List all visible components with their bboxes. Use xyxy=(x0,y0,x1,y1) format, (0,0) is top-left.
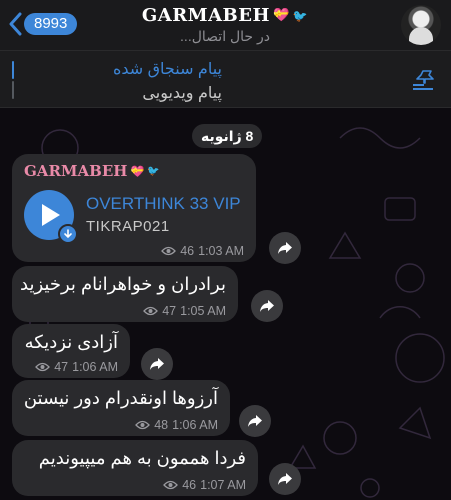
eye-icon xyxy=(135,420,151,430)
connection-status: در حال اتصال... xyxy=(180,28,270,44)
message-text: آزادی نزدیکه xyxy=(24,332,118,352)
share-button[interactable] xyxy=(269,463,301,495)
chat-title-area[interactable]: GARMABEH 💝 🐦 در حال اتصال... xyxy=(90,5,360,45)
message-meta: 48 1:06 AM xyxy=(135,418,218,432)
bird-emoji-icon: 🐦 xyxy=(147,165,160,177)
share-arrow-icon xyxy=(248,415,262,427)
view-count: 46 xyxy=(180,244,195,258)
eye-icon xyxy=(161,246,177,256)
message-time: 1:03 AM xyxy=(198,244,244,258)
message-time: 1:05 AM xyxy=(180,304,226,318)
message-meta: 46 1:03 AM xyxy=(161,244,244,258)
view-count: 48 xyxy=(154,418,169,432)
eye-icon xyxy=(143,306,159,316)
pinned-list-icon[interactable] xyxy=(411,69,435,91)
view-count: 47 xyxy=(54,360,69,374)
view-count: 46 xyxy=(182,478,197,492)
pinned-message-bar[interactable]: پیام سنجاق شده پیام ویدیویی xyxy=(0,50,451,108)
message-meta: 47 1:06 AM xyxy=(35,360,118,374)
message-meta: 46 1:07 AM xyxy=(163,478,246,492)
message-list[interactable]: 8 ژانویه GARMABEH 💝 🐦 OVERTHINK 33 VIP T… xyxy=(0,108,451,500)
message-time: 1:06 AM xyxy=(72,360,118,374)
message-bubble[interactable]: فردا هممون به هم میپیوندیم 46 1:07 AM xyxy=(12,440,258,496)
pinned-text: پیام سنجاق شده پیام ویدیویی xyxy=(22,59,222,103)
channel-avatar[interactable] xyxy=(401,5,441,45)
download-button[interactable] xyxy=(58,224,78,244)
heart-emoji-icon: 💝 xyxy=(130,164,145,178)
track-title: OVERTHINK 33 VIP xyxy=(86,194,241,213)
back-button[interactable]: 8993 xyxy=(8,12,78,36)
pinned-title: پیام سنجاق شده xyxy=(113,61,222,78)
download-arrow-icon xyxy=(64,229,72,239)
view-count: 47 xyxy=(162,304,177,318)
message-bubble[interactable]: برادران و خواهرانام برخیزید 47 1:05 AM xyxy=(12,266,238,322)
share-button[interactable] xyxy=(141,348,173,380)
share-button[interactable] xyxy=(251,290,283,322)
message-time: 1:06 AM xyxy=(172,418,218,432)
chat-title: GARMABEH 💝 🐦 xyxy=(142,5,308,26)
message-text: آرزوها اونقدرام دور نیستن xyxy=(23,388,218,408)
share-button[interactable] xyxy=(239,405,271,437)
share-arrow-icon xyxy=(278,473,292,485)
bird-emoji-icon: 🐦 xyxy=(292,8,309,23)
heart-emoji-icon: 💝 xyxy=(273,8,290,23)
pinned-indicator xyxy=(12,61,14,99)
sender-name: GARMABEH xyxy=(24,162,128,180)
eye-icon xyxy=(35,362,51,372)
chevron-left-icon xyxy=(9,12,22,36)
share-arrow-icon xyxy=(150,358,164,370)
message-meta: 47 1:05 AM xyxy=(143,304,226,318)
pinned-subtitle: پیام ویدیویی xyxy=(142,85,222,102)
chat-title-text: GARMABEH xyxy=(141,5,270,26)
message-bubble[interactable]: آزادی نزدیکه 47 1:06 AM xyxy=(12,324,130,378)
play-icon xyxy=(42,204,60,226)
message-text: برادران و خواهرانام برخیزید xyxy=(20,274,226,294)
audio-message-bubble[interactable]: GARMABEH 💝 🐦 OVERTHINK 33 VIP TIKRAP021 … xyxy=(12,154,256,262)
message-text: فردا هممون به هم میپیوندیم xyxy=(38,448,246,468)
unread-count-badge: 8993 xyxy=(24,13,78,35)
eye-icon xyxy=(163,480,179,490)
message-sender: GARMABEH 💝 🐦 xyxy=(24,162,160,180)
play-button[interactable] xyxy=(24,190,78,244)
share-arrow-icon xyxy=(278,242,292,254)
date-separator: 8 ژانویه xyxy=(192,124,263,148)
message-bubble[interactable]: آرزوها اونقدرام دور نیستن 48 1:06 AM xyxy=(12,380,230,436)
chat-header: 8993 GARMABEH 💝 🐦 در حال اتصال... xyxy=(0,0,451,50)
track-artist: TIKRAP021 xyxy=(86,218,170,235)
share-arrow-icon xyxy=(260,300,274,312)
share-button[interactable] xyxy=(269,232,301,264)
message-time: 1:07 AM xyxy=(200,478,246,492)
